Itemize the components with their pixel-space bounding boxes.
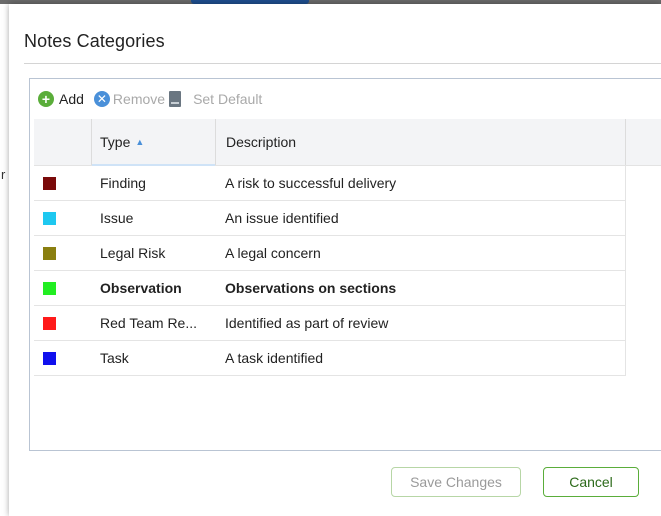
type-cell: Legal Risk [100,245,166,261]
color-cell [34,281,91,295]
description-cell: An issue identified [225,210,339,226]
description-cell: A task identified [225,350,324,366]
type-cell: Observation [100,280,182,296]
description-column-header[interactable]: Description [216,119,626,165]
remove-button[interactable]: ✕ Remove [88,91,165,107]
notes-categories-dialog: Notes Categories + Add ✕ Remove Set Defa… [9,4,661,516]
table-row[interactable]: Issue An issue identified [34,201,626,236]
type-cell: Red Team Re... [100,315,198,331]
color-cell [34,246,91,260]
categories-panel: + Add ✕ Remove Set Default Type ▲ Descri [29,78,661,451]
color-swatch [43,211,56,225]
color-swatch [43,281,56,295]
type-header-label: Type [100,134,131,150]
remove-label: Remove [112,91,166,107]
color-cell [34,351,91,365]
color-swatch [43,246,56,260]
cancel-button[interactable]: Cancel [543,467,639,497]
remove-icon: ✕ [93,91,110,107]
color-swatch [43,316,56,330]
table-row[interactable]: Legal Risk A legal concern [34,236,626,271]
dialog-title: Notes Categories [24,31,165,51]
grid-body: Finding A risk to successful delivery Is… [34,166,661,376]
color-swatch [43,176,56,190]
sort-ascending-icon: ▲ [135,137,145,147]
type-cell: Finding [100,175,146,191]
color-cell [34,316,91,330]
save-changes-button[interactable]: Save Changes [391,467,521,497]
type-column-header[interactable]: Type ▲ [92,119,216,166]
grid-header: Type ▲ Description [34,119,661,166]
type-cell: Task [100,350,129,366]
description-cell: A risk to successful delivery [225,175,397,191]
description-header-label: Description [226,134,297,150]
description-cell: A legal concern [225,245,321,261]
add-icon: + [38,91,54,107]
description-cell: Identified as part of review [225,315,389,331]
bookmark-icon [169,91,182,107]
add-label: Add [59,91,84,107]
color-cell [34,211,91,225]
grid-toolbar: + Add ✕ Remove Set Default [38,89,266,109]
set-default-label: Set Default [193,91,263,107]
table-row[interactable]: Red Team Re... Identified as part of rev… [34,306,626,341]
background-text-fragment: r [1,167,6,182]
categories-grid: Type ▲ Description Finding A risk to suc… [34,119,661,376]
type-cell: Issue [100,210,134,226]
add-button[interactable]: + Add [38,91,84,107]
background-strip: r [0,4,9,516]
description-cell: Observations on sections [225,280,397,296]
table-row[interactable]: Finding A risk to successful delivery [34,166,626,201]
title-divider [24,63,661,64]
set-default-button[interactable]: Set Default [169,91,262,107]
table-row[interactable]: Task A task identified [34,341,626,376]
table-row[interactable]: Observation Observations on sections [34,271,626,306]
color-cell [34,176,91,190]
color-swatch [43,351,56,365]
color-column-header [34,119,92,165]
